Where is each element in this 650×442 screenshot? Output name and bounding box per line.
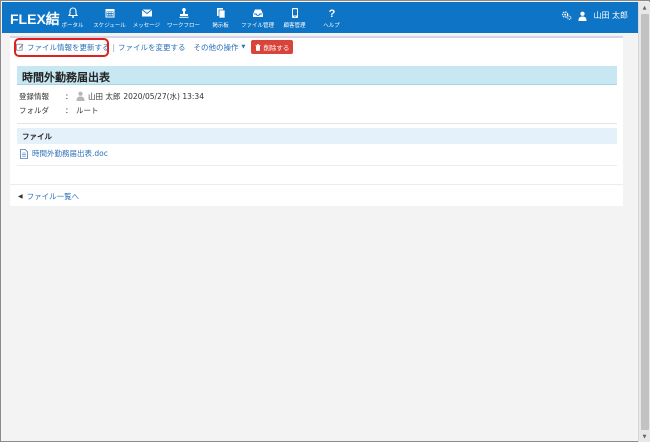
phone-icon (291, 8, 298, 18)
registration-user: 山田 太郎 (88, 91, 121, 101)
nav-portal[interactable]: ポータル (54, 2, 91, 33)
registration-date: 2020/05/27(水) 13:34 (123, 91, 204, 101)
user-name: 山田 太郎 (593, 11, 628, 20)
nav-label: ヘルプ (323, 23, 340, 29)
nav-label: ポータル (61, 23, 84, 29)
back-link-label: ファイル一覧へ (26, 192, 80, 201)
nav-message[interactable]: メッセージ (128, 2, 165, 33)
file-link[interactable]: 時間外勤務届出表.doc (20, 148, 108, 159)
toolbar-separator: | (112, 42, 116, 52)
registration-row: 登録情報 ： 山田 太郎 2020/05/27(水) 13:34 (19, 89, 204, 103)
top-navigation-bar: FLEX結 ポータル スケジュール メッセージ ワークフロー 掲示板 ファイル管… (2, 2, 638, 33)
nav-customer-management[interactable]: 顧客管理 (276, 2, 313, 33)
caret-down-icon: ▼ (241, 44, 246, 50)
scroll-thumb[interactable] (641, 14, 649, 430)
back-to-file-list-link[interactable]: ◀ ファイル一覧へ (18, 191, 79, 202)
registration-value: 山田 太郎 2020/05/27(水) 13:34 (76, 91, 204, 102)
trash-icon (255, 43, 261, 51)
nav-label: ワークフロー (166, 23, 200, 29)
delete-button[interactable]: 削除する (251, 40, 294, 54)
colon: ： (65, 91, 73, 101)
file-section-header: ファイル (17, 128, 617, 144)
calendar-icon (105, 9, 114, 18)
vertical-scrollbar[interactable]: ▲ ▼ (638, 2, 650, 442)
inbox-icon (252, 9, 263, 17)
delete-label: 削除する (263, 44, 290, 52)
folder-value: ルート (76, 105, 99, 115)
main-nav: ポータル スケジュール メッセージ ワークフロー 掲示板 ファイル管理 顧客管理… (54, 2, 350, 33)
app-logo[interactable]: FLEX結 (10, 9, 60, 29)
document-meta: 登録情報 ： 山田 太郎 2020/05/27(水) 13:34 フォルダ ： … (19, 89, 204, 117)
change-file-button[interactable]: ファイルを変更する (118, 42, 186, 53)
user-avatar-icon (578, 11, 588, 21)
nav-workflow[interactable]: ワークフロー (165, 2, 202, 33)
document-title: 時間外勤務届出表 (17, 66, 617, 85)
registration-label: 登録情報 (19, 91, 49, 101)
caret-left-icon: ◀ (18, 193, 23, 200)
colon: ： (65, 105, 73, 115)
gear-icon[interactable] (561, 10, 572, 21)
change-file-label: ファイルを変更する (118, 42, 186, 52)
nav-file-management[interactable]: ファイル管理 (239, 2, 276, 33)
folder-row: フォルダ ： ルート (19, 103, 204, 117)
nav-label: メッセージ (132, 23, 161, 29)
nav-label: 掲示板 (212, 23, 229, 29)
scroll-down-arrow-icon[interactable]: ▼ (639, 431, 650, 442)
svg-text:?: ? (328, 8, 335, 19)
other-operations-dropdown[interactable]: その他の操作 ▼ (194, 42, 246, 53)
board-icon (216, 8, 225, 19)
scroll-up-arrow-icon[interactable]: ▲ (639, 2, 650, 13)
document-icon (20, 148, 28, 159)
folder-label: フォルダ (19, 105, 49, 115)
action-toolbar: ファイル情報を更新する | ファイルを変更する その他の操作 ▼ 削除する (10, 36, 623, 57)
nav-label: ファイル管理 (240, 23, 274, 29)
highlight-annotation (14, 38, 109, 57)
user-menu[interactable]: 山田 太郎 (561, 10, 628, 21)
file-detail-panel: ファイル情報を更新する | ファイルを変更する その他の操作 ▼ 削除する 時間… (10, 36, 623, 206)
divider (10, 184, 623, 185)
user-icon (76, 91, 85, 101)
divider (17, 165, 617, 166)
nav-board[interactable]: 掲示板 (202, 2, 239, 33)
other-operations-label: その他の操作 (193, 42, 239, 52)
file-name: 時間外勤務届出表.doc (32, 149, 108, 158)
stamp-icon (179, 8, 188, 18)
question-icon: ? (328, 8, 335, 19)
window-frame: FLEX結 ポータル スケジュール メッセージ ワークフロー 掲示板 ファイル管… (0, 0, 650, 442)
nav-label: スケジュール (93, 23, 126, 29)
bell-icon (67, 7, 78, 18)
nav-label: 顧客管理 (283, 23, 306, 29)
divider (17, 123, 617, 124)
nav-schedule[interactable]: スケジュール (91, 2, 128, 33)
nav-help[interactable]: ? ヘルプ (313, 2, 350, 33)
envelope-icon (141, 9, 152, 17)
